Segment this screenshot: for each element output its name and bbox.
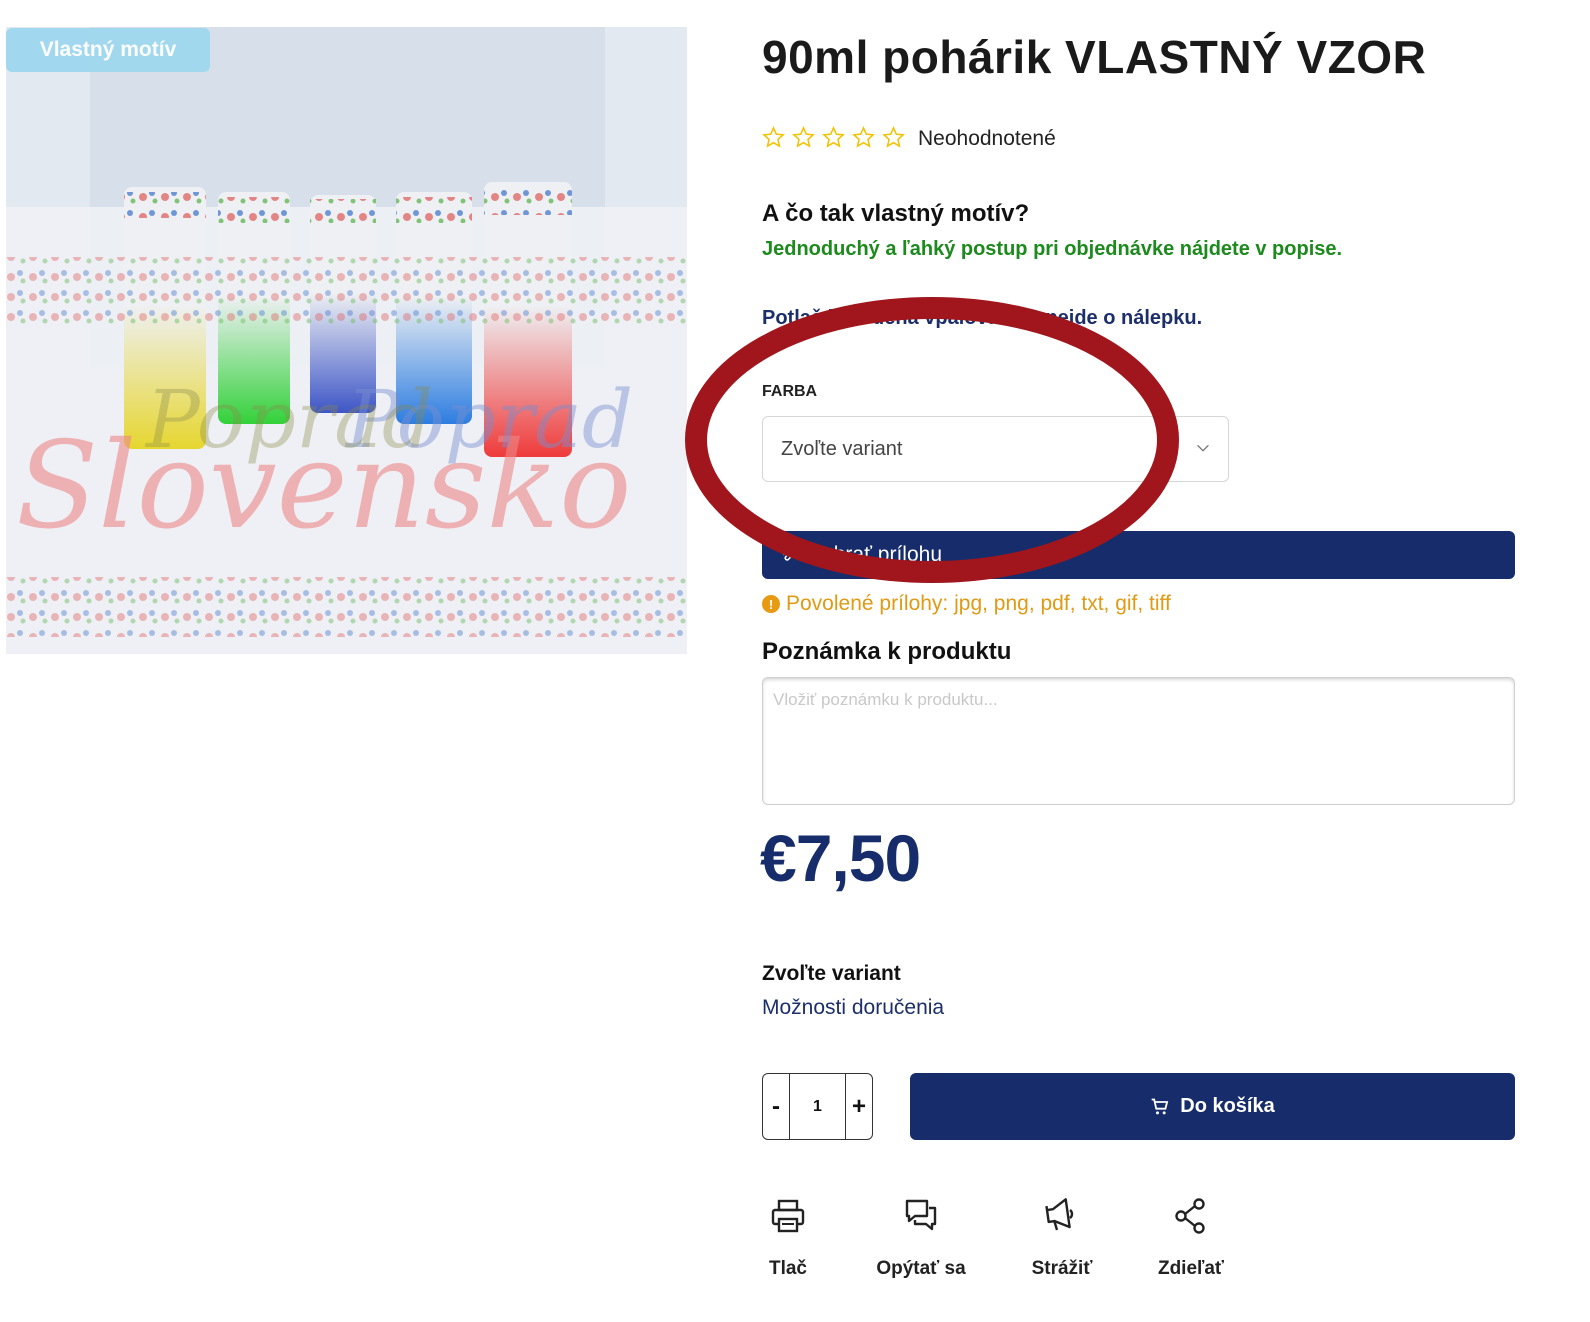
chevron-down-icon (1197, 444, 1209, 452)
product-note-input[interactable] (762, 677, 1515, 805)
image-script-city-2: Poprad (144, 373, 433, 466)
product-note-heading: Poznámka k produktu (762, 638, 1012, 665)
attach-button-label: Vybrať prílohu (810, 543, 942, 566)
quantity-increase-button[interactable]: + (846, 1074, 872, 1139)
product-image[interactable]: Slovensko Poprad Poprad (6, 27, 687, 654)
custom-motif-heading: A čo tak vlastný motív? (762, 200, 1030, 227)
allowed-attachments: ! Povolené prílohy: jpg, png, pdf, txt, … (762, 592, 1171, 616)
add-to-cart-button[interactable]: Do košíka (910, 1073, 1515, 1140)
star-icon[interactable] (822, 126, 845, 149)
delivery-options-link[interactable]: Možnosti doručenia (762, 996, 944, 1020)
megaphone-icon (1045, 1198, 1074, 1231)
quantity-decrease-button[interactable]: - (763, 1074, 789, 1139)
cart-icon (1151, 1098, 1169, 1114)
allowed-attachments-text: Povolené prílohy: jpg, png, pdf, txt, gi… (786, 592, 1171, 615)
rating-stars[interactable] (762, 126, 905, 149)
attach-file-button[interactable]: Vybrať prílohu (762, 531, 1515, 579)
print-label: Tlač (768, 1258, 808, 1279)
rating-label: Neohodnotené (918, 127, 1056, 150)
product-price: €7,50 (760, 821, 921, 895)
share-action[interactable]: Zdieľať (1136, 1196, 1246, 1280)
color-variant-select[interactable]: Zvoľte variant (762, 416, 1229, 482)
product-title: 90ml pohárik VLASTNÝ VZOR (762, 31, 1427, 83)
star-icon[interactable] (882, 126, 905, 149)
choose-variant-label: Zvoľte variant (762, 962, 901, 985)
star-icon[interactable] (792, 126, 815, 149)
print-action[interactable]: Tlač (733, 1196, 843, 1280)
share-icon (1175, 1198, 1205, 1234)
add-to-cart-label: Do košíka (1180, 1095, 1275, 1117)
share-label: Zdieľať (1157, 1258, 1225, 1279)
star-icon[interactable] (762, 126, 785, 149)
warning-icon: ! (762, 595, 780, 613)
ask-action[interactable]: Opýtať sa (866, 1196, 976, 1280)
star-icon[interactable] (852, 126, 875, 149)
quantity-stepper[interactable]: - 1 + (762, 1073, 873, 1140)
chat-icon (905, 1199, 937, 1231)
watch-label: Strážiť (1031, 1258, 1093, 1279)
select-value: Zvoľte variant (781, 437, 903, 460)
ask-label: Opýtať sa (876, 1258, 966, 1279)
quantity-input[interactable]: 1 (789, 1074, 846, 1139)
printer-icon (771, 1199, 805, 1233)
paperclip-icon (782, 546, 796, 561)
custom-motif-subtitle: Jednoduchý a ľahký postup pri objednávke… (762, 238, 1343, 260)
product-badge: Vlastný motív (6, 28, 210, 72)
print-note: Potlač je vedená vpalovaním, nejde o nál… (762, 307, 1203, 329)
color-label: FARBA (762, 383, 818, 400)
watch-action[interactable]: Strážiť (1007, 1196, 1117, 1280)
